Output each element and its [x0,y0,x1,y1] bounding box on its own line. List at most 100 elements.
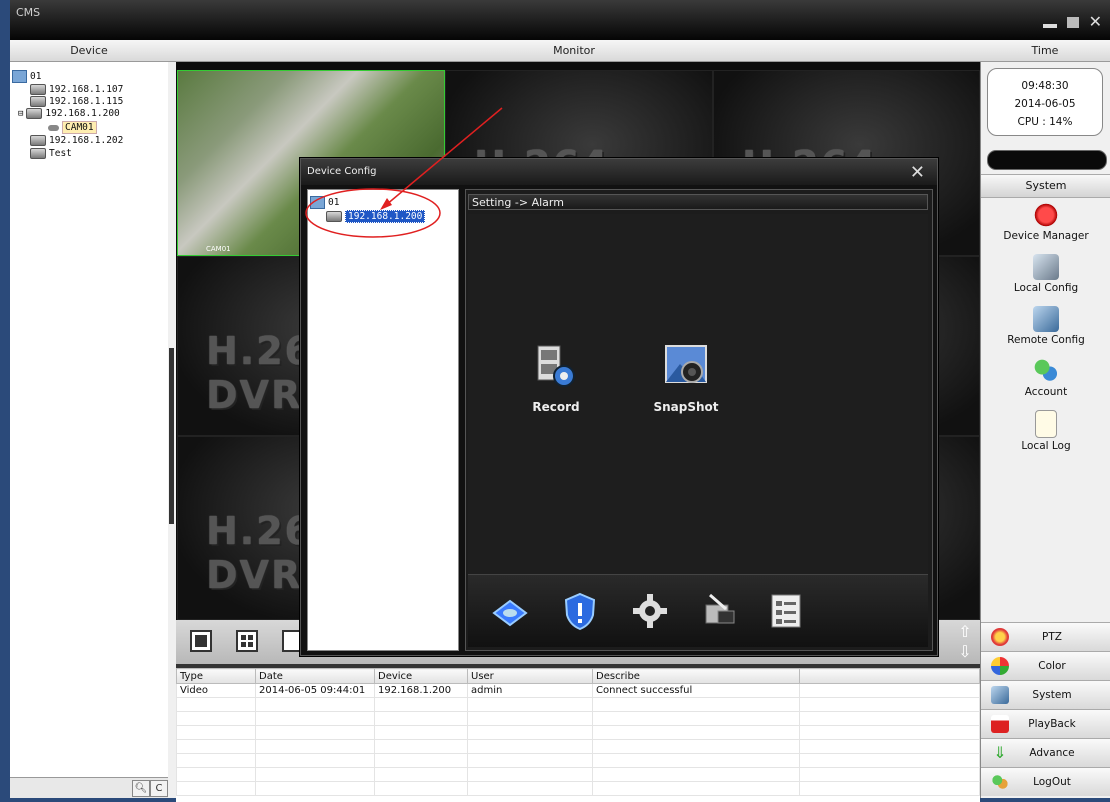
dialog-content: Setting -> Alarm Record SnapShot [465,189,933,651]
close-icon[interactable]: ✕ [910,162,925,183]
config-dock [468,574,928,647]
tree-device[interactable]: 192.168.1.115 [30,96,123,107]
clock-time: 09:48:30 [1021,80,1069,92]
table-row [176,753,980,768]
device-panel: 01 192.168.1.107 192.168.1.115 ⊟ 192.168… [10,62,169,798]
device-config-dialog: Device Config ✕ 01 192.168.1.200 Setting… [300,158,938,656]
dvr-icon [26,108,43,119]
window-title: CMS [16,6,41,19]
gear-icon[interactable] [630,591,670,631]
right-panel: 09:48:30 2014-06-05 CPU : 14% System Dev… [980,62,1110,798]
search-bar: 🔍︎ C [10,777,168,798]
log-col-user[interactable]: User [467,668,593,684]
table-row [176,725,980,740]
log-col-device[interactable]: Device [374,668,468,684]
log-panel: Type Date Device User Describe Video 201… [176,664,980,802]
dialog-tree-group[interactable]: 01 [310,196,339,209]
arrow-up-icon[interactable]: ⇧ [956,622,974,642]
collapse-icon[interactable]: ⊟ [18,109,23,119]
camera-icon [48,124,59,131]
group-icon [12,70,27,83]
log-col-date[interactable]: Date [255,668,375,684]
local-log-button[interactable]: Local Log [981,410,1110,452]
alarm-panel: Record SnapShot [468,214,928,574]
log-col-empty [799,668,980,684]
dialog-title: Device Config [307,166,377,177]
dvr-icon [30,84,46,95]
device-manager-icon [1033,202,1059,228]
arrow-down-icon[interactable]: ⇩ [956,642,974,662]
dialog-device-tree: 01 192.168.1.200 [307,189,459,651]
dvr-icon [326,211,342,222]
log-col-type[interactable]: Type [176,668,256,684]
alarm-shield-icon[interactable] [560,591,600,631]
table-row [176,711,980,726]
table-row[interactable]: Video 2014-06-05 09:44:01 192.168.1.200 … [176,683,980,698]
table-row [176,697,980,712]
status-bar [987,150,1107,170]
layout-1-icon[interactable] [190,630,212,652]
arrow-down-icon: ⇓ [993,743,1007,762]
table-row [176,767,980,782]
remote-config-icon [1033,306,1059,332]
logout-icon [991,773,1009,791]
search-icon[interactable]: 🔍︎ [132,780,150,797]
table-row [176,781,980,796]
log-col-describe[interactable]: Describe [592,668,800,684]
breadcrumb: Setting -> Alarm [468,194,928,210]
minimize-icon[interactable] [1042,24,1057,28]
table-row [176,739,980,754]
ptz-icon [991,628,1009,646]
dvr-icon [30,135,46,146]
device-manager-button[interactable]: Device Manager [981,202,1110,242]
panel-splitter[interactable] [168,62,176,798]
layout-4-icon[interactable] [236,630,258,652]
ptz-button[interactable]: PTZ [981,622,1110,651]
system-header: System [981,174,1110,198]
cpu-usage: CPU : 14% [1017,116,1073,128]
dialog-title-bar[interactable]: Device Config ✕ [301,159,937,185]
local-config-icon [1033,254,1059,280]
account-button[interactable]: Account [981,358,1110,398]
network-tools-icon[interactable] [700,591,740,631]
tree-group[interactable]: 01 [12,70,41,83]
hdd-icon[interactable] [490,591,530,631]
clock-date: 2014-06-05 [1014,98,1076,110]
dvr-icon [30,148,46,159]
cam-label: CAM01 [206,245,231,253]
info-list-icon[interactable] [766,591,806,631]
account-icon [1033,358,1059,384]
playback-button[interactable]: PlayBack [981,709,1110,738]
camera-photo-icon [662,342,710,390]
color-button[interactable]: Color [981,651,1110,680]
tree-device[interactable]: ⊟ 192.168.1.200 [18,108,120,119]
dvr-icon [30,96,46,107]
film-gear-icon [532,342,580,390]
title-bar: CMS ✕ [10,0,1110,40]
clock-box: 09:48:30 2014-06-05 CPU : 14% [987,68,1103,136]
time-header: Time [980,40,1110,62]
tree-camera[interactable]: CAM01 [48,121,97,134]
device-header: Device [10,40,169,62]
close-icon[interactable]: ✕ [1089,14,1102,30]
snapshot-button[interactable]: SnapShot [636,342,736,414]
record-button[interactable]: Record [506,342,606,414]
clapper-icon [991,715,1009,733]
group-icon [310,196,325,209]
tree-device[interactable]: 192.168.1.202 [30,135,123,146]
refresh-icon[interactable]: C [150,780,168,797]
scroll-arrows[interactable]: ⇧ ⇩ [956,622,974,662]
remote-config-button[interactable]: Remote Config [981,306,1110,346]
system-icon [991,686,1009,704]
system-button[interactable]: System [981,680,1110,709]
color-icon [991,657,1009,675]
tree-device[interactable]: 192.168.1.107 [30,84,123,95]
dialog-tree-device[interactable]: 192.168.1.200 [326,210,426,223]
log-table: Type Date Device User Describe Video 201… [176,668,980,796]
local-log-icon [1035,410,1057,438]
local-config-button[interactable]: Local Config [981,254,1110,294]
advance-button[interactable]: ⇓ Advance [981,738,1110,767]
maximize-icon[interactable] [1066,16,1079,28]
logout-button[interactable]: LogOut [981,767,1110,796]
tree-device[interactable]: Test [30,148,72,159]
